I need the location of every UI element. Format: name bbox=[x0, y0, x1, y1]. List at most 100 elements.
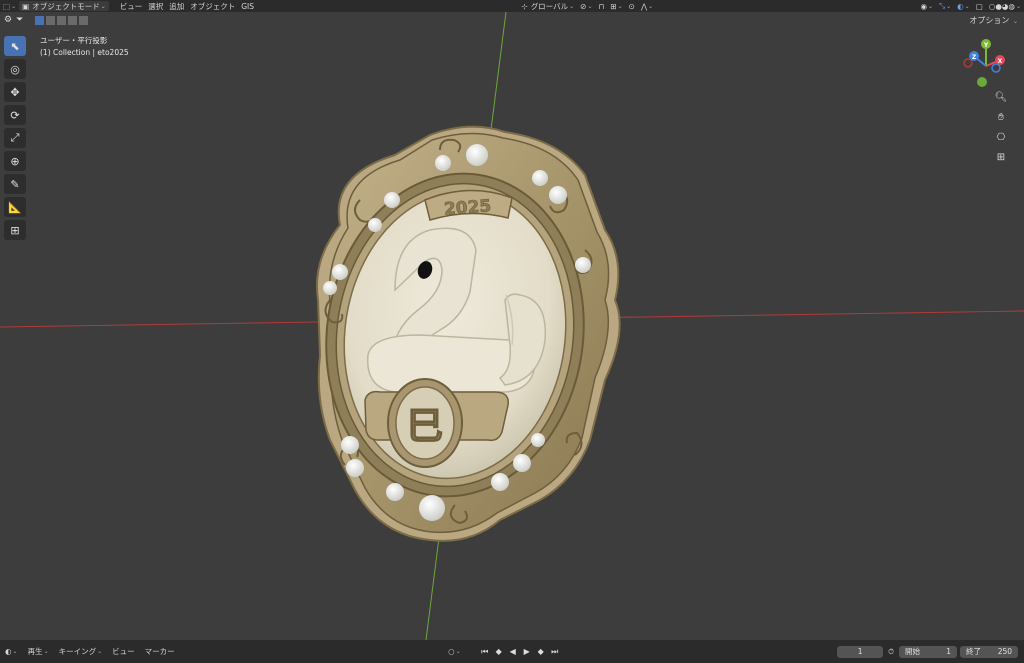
view-name: ユーザー・平行投影 bbox=[40, 36, 108, 45]
end-frame-field[interactable]: 終了 250 bbox=[960, 645, 1019, 658]
snap-toggle[interactable]: ⊓ bbox=[595, 0, 607, 12]
move-tool[interactable]: ✥ bbox=[4, 82, 26, 102]
playback-label: 再生 bbox=[27, 647, 43, 656]
rotate-tool[interactable]: ⟳ bbox=[4, 105, 26, 125]
overlay-toggle[interactable]: ◐ ⌄ bbox=[954, 0, 973, 12]
pivot-dropdown[interactable]: ⊘ ⌄ bbox=[577, 0, 595, 12]
scale-icon: ⤢ bbox=[10, 131, 20, 144]
add-cube-icon: ⊞ bbox=[10, 223, 20, 237]
clock-icon: ◐ bbox=[5, 647, 12, 656]
play-icon: ▶ bbox=[523, 647, 530, 656]
view-menu[interactable]: ビュー bbox=[107, 646, 140, 657]
keying-menu[interactable]: キーイング ⌄ bbox=[54, 646, 108, 657]
select-mode-invert-icon[interactable] bbox=[68, 15, 78, 25]
menu-view[interactable]: ビュー bbox=[117, 0, 146, 12]
mode-dropdown[interactable]: ▣ オブジェクトモード ⌄ bbox=[19, 1, 109, 11]
menu-select[interactable]: 選択 bbox=[145, 0, 166, 12]
select-mode-new-icon[interactable] bbox=[35, 15, 45, 25]
record-button[interactable]: ○ ⌄ bbox=[443, 647, 466, 656]
jump-start-icon: ⏮ bbox=[481, 646, 489, 656]
select-mode-subtract-icon[interactable] bbox=[57, 15, 67, 25]
editor-type-button[interactable]: ⬚ ⌄ bbox=[0, 0, 19, 12]
chevron-down-icon: ⌄ bbox=[43, 648, 49, 655]
chevron-down-icon: ⌄ bbox=[97, 648, 103, 655]
end-frame-value: 250 bbox=[997, 647, 1013, 656]
next-keyframe-icon: ◆ bbox=[537, 647, 544, 656]
filter-icon[interactable]: ⏷ bbox=[16, 15, 23, 25]
select-mode-intersect-icon[interactable] bbox=[79, 15, 89, 25]
proportional-icon: ⊙ bbox=[628, 1, 635, 11]
overlay-icon: ◐ bbox=[957, 1, 964, 11]
jump-end-button[interactable]: ⏭ bbox=[548, 646, 562, 658]
current-frame-field[interactable]: 1 bbox=[837, 645, 884, 658]
chevron-down-icon: ⌄ bbox=[946, 2, 952, 10]
start-frame-field[interactable]: 開始 1 bbox=[899, 645, 958, 658]
play-button[interactable]: ▶ bbox=[520, 646, 534, 658]
select-box-tool[interactable]: ⬉ bbox=[4, 36, 26, 56]
mode-label: オブジェクトモード bbox=[32, 1, 100, 11]
prev-keyframe-button[interactable]: ◆ bbox=[492, 646, 506, 658]
cursor-tool[interactable]: ◎ bbox=[4, 59, 26, 79]
kanji-text: 巳 bbox=[407, 406, 443, 447]
play-reverse-icon: ◀ bbox=[509, 647, 516, 656]
3d-viewport[interactable]: 2025 巳 bbox=[0, 12, 1024, 640]
current-frame-value: 1 bbox=[857, 647, 863, 656]
viewport-info: ユーザー・平行投影 (1) Collection | eto2025 bbox=[40, 35, 129, 59]
stopwatch-icon[interactable]: ⏱ bbox=[883, 647, 899, 657]
orientation-label: グローバル bbox=[530, 1, 569, 11]
transform-tool[interactable]: ⊕ bbox=[4, 151, 26, 171]
marker-menu[interactable]: マーカー bbox=[140, 646, 180, 657]
menu-add[interactable]: 追加 bbox=[166, 0, 187, 12]
grid-icon[interactable]: ⊞ bbox=[992, 148, 1010, 166]
pan-hand-icon[interactable]: ✋︎ bbox=[992, 108, 1010, 126]
select-mode-extend-icon[interactable] bbox=[46, 15, 56, 25]
3d-cursor-icon: ◎ bbox=[10, 62, 20, 76]
chevron-down-icon: ⌄ bbox=[12, 648, 18, 655]
falloff-icon: ⋀ bbox=[640, 1, 648, 11]
start-label: 開始 bbox=[905, 647, 921, 656]
jump-start-button[interactable]: ⏮ bbox=[478, 646, 492, 658]
falloff-dropdown[interactable]: ⋀ ⌄ bbox=[638, 0, 656, 12]
menu-gis[interactable]: GIS bbox=[238, 0, 257, 12]
chevron-down-icon: ⌄ bbox=[455, 648, 461, 655]
tool-header: ⚙ ⏷ オプション ⌄ bbox=[0, 12, 1024, 30]
next-keyframe-button[interactable]: ◆ bbox=[534, 646, 548, 658]
rendered-shading-icon: ◍ bbox=[1008, 1, 1015, 11]
link-icon: ⊘ bbox=[580, 1, 587, 11]
rotate-icon: ⟳ bbox=[10, 108, 20, 122]
y-axis-label: Y bbox=[983, 42, 989, 49]
xray-toggle[interactable]: ▢ bbox=[973, 0, 986, 12]
xray-icon: ▢ bbox=[975, 1, 983, 11]
timeline-editor-type[interactable]: ◐ ⌄ bbox=[0, 647, 23, 656]
collection-info: (1) Collection | eto2025 bbox=[40, 48, 129, 57]
snap-dropdown[interactable]: ⊞ ⌄ bbox=[607, 0, 625, 12]
gizmo-toggle[interactable]: ⤡ ⌄ bbox=[936, 0, 954, 12]
options-dropdown[interactable]: オプション ⌄ bbox=[969, 15, 1018, 26]
playback-controls: ⏮ ◆ ◀ ▶ ◆ ⏭ bbox=[478, 646, 562, 658]
viewport-scene: 2025 巳 bbox=[0, 12, 1024, 640]
ruler-icon: 📐 bbox=[8, 200, 22, 214]
add-cube-tool[interactable]: ⊞ bbox=[4, 220, 26, 240]
camera-icon[interactable]: ⎔ bbox=[992, 128, 1010, 146]
menu-object[interactable]: オブジェクト bbox=[187, 0, 238, 12]
gear-icon[interactable]: ⚙ bbox=[4, 15, 12, 25]
orientation-dropdown[interactable]: ⊹ グローバル ⌄ bbox=[518, 0, 577, 12]
navigation-gizmo[interactable]: X Y Z bbox=[956, 36, 1016, 96]
chevron-down-icon: ⌄ bbox=[100, 2, 106, 10]
annotate-tool[interactable]: ✎ bbox=[4, 174, 26, 194]
scale-tool[interactable]: ⤢ bbox=[4, 128, 26, 148]
chevron-down-icon: ⌄ bbox=[928, 2, 934, 10]
cube-icon: ⬚ bbox=[3, 1, 11, 11]
zoom-icon[interactable]: 🔍︎ bbox=[992, 88, 1010, 106]
eye-icon: ◉ bbox=[920, 1, 928, 11]
shading-modes[interactable]: ○ ● ◕ ◍ ⌄ bbox=[986, 0, 1024, 12]
z-axis-label: Z bbox=[972, 54, 977, 61]
gizmo-icon: ⤡ bbox=[939, 1, 946, 10]
proportional-edit-toggle[interactable]: ⊙ bbox=[626, 0, 638, 12]
play-reverse-button[interactable]: ◀ bbox=[506, 646, 520, 658]
measure-tool[interactable]: 📐 bbox=[4, 197, 26, 217]
playback-menu[interactable]: 再生 ⌄ bbox=[23, 646, 54, 657]
magnet-icon: ⊓ bbox=[598, 1, 605, 11]
chevron-down-icon: ⌄ bbox=[648, 2, 654, 10]
visibility-dropdown[interactable]: ◉ ⌄ bbox=[918, 0, 937, 12]
